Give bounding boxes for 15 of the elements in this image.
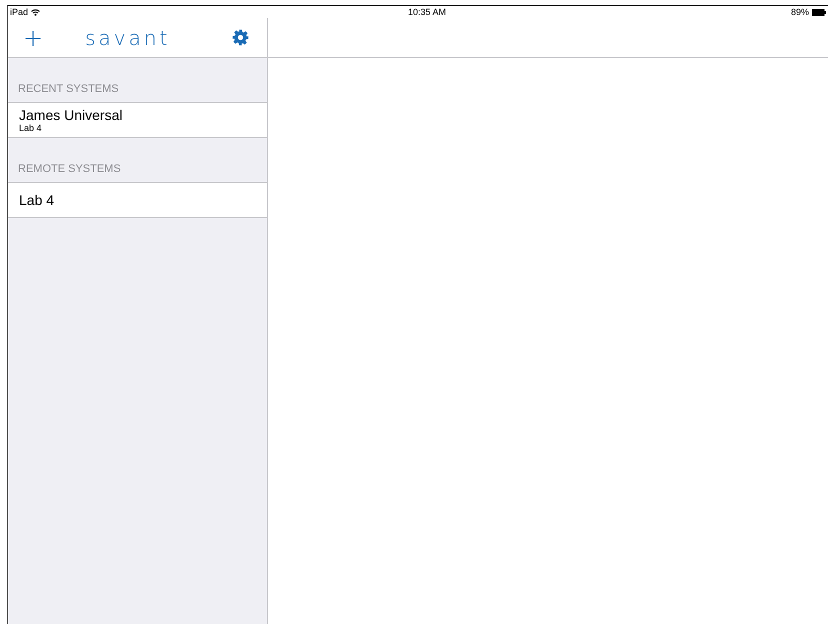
system-row[interactable]: Lab 4 bbox=[8, 183, 267, 218]
system-location: Lab 4 bbox=[19, 123, 43, 133]
battery-percent: 89% bbox=[790, 7, 809, 17]
system-name: James Universal bbox=[19, 107, 124, 123]
settings-icon[interactable] bbox=[232, 29, 249, 46]
wifi-icon bbox=[31, 8, 40, 16]
logo: savant bbox=[85, 26, 170, 50]
system-name: Lab 4 bbox=[19, 192, 56, 208]
add-button[interactable]: + bbox=[19, 26, 48, 50]
status-time: 10:35 AM bbox=[408, 6, 446, 18]
system-row[interactable]: James Universal Lab 4 bbox=[8, 103, 267, 138]
device-name: iPad bbox=[10, 7, 28, 17]
battery-icon bbox=[812, 8, 826, 16]
section-header: REMOTE SYSTEMS bbox=[18, 163, 121, 175]
section-header: RECENT SYSTEMS bbox=[18, 83, 119, 95]
